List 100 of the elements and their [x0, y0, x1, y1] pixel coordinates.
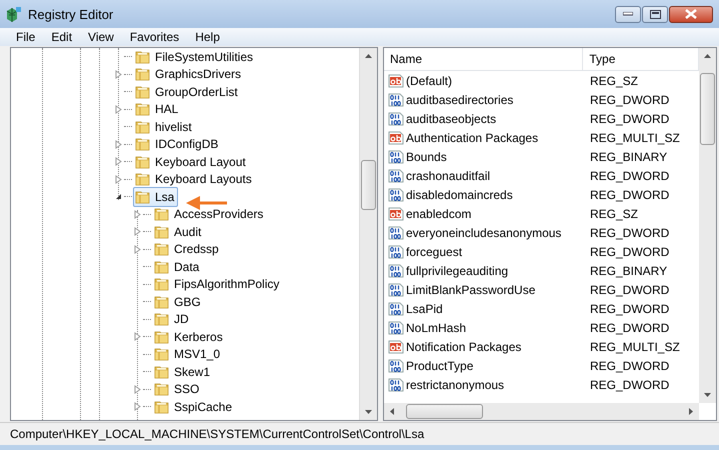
- folder-icon: [154, 364, 170, 380]
- value-name[interactable]: restrictanonymous: [406, 378, 504, 392]
- close-button[interactable]: [669, 6, 713, 22]
- value-name[interactable]: disabledomaincreds: [406, 188, 513, 202]
- value-name[interactable]: LsaPid: [406, 302, 443, 316]
- menu-item[interactable]: View: [80, 30, 122, 44]
- tree-item[interactable]: SspiCache: [152, 396, 236, 417]
- expand-arrow-icon[interactable]: [115, 70, 122, 79]
- tree-item[interactable]: GBG: [152, 292, 205, 312]
- folder-icon: [154, 258, 170, 275]
- menu-item[interactable]: Favorites: [122, 30, 188, 44]
- scroll-down-icon[interactable]: [704, 393, 711, 397]
- menu-item[interactable]: File: [8, 30, 44, 44]
- binary-value-icon: [388, 186, 404, 202]
- expand-arrow-icon[interactable]: [115, 157, 122, 166]
- tree-item[interactable]: FipsAlgorithmPolicy: [152, 274, 284, 294]
- tree-item[interactable]: Credssp: [152, 239, 223, 260]
- value-type: REG_DWORD: [589, 226, 670, 240]
- tree-item[interactable]: Data: [152, 256, 204, 277]
- expand-arrow-icon[interactable]: [134, 210, 141, 219]
- collapse-arrow-icon[interactable]: [115, 193, 122, 200]
- maximize-button[interactable]: [642, 6, 668, 22]
- scroll-up-icon[interactable]: [365, 54, 372, 58]
- binary-value-icon: [388, 282, 404, 298]
- tree-item[interactable]: Kerberos: [152, 326, 227, 347]
- expand-arrow-icon[interactable]: [134, 227, 141, 236]
- value-name[interactable]: Bounds: [406, 150, 447, 164]
- scrollbar-thumb[interactable]: [700, 73, 715, 145]
- menu-item[interactable]: Edit: [43, 30, 80, 44]
- tree-item[interactable]: GroupOrderList: [133, 82, 242, 102]
- menu-item[interactable]: Help: [187, 30, 228, 44]
- binary-value-icon: [388, 320, 404, 336]
- expand-arrow-icon[interactable]: [115, 104, 122, 114]
- expand-arrow-icon[interactable]: [115, 140, 122, 149]
- tree-item[interactable]: JD: [152, 309, 193, 330]
- tree-item[interactable]: AccessProviders: [152, 204, 268, 224]
- folder-icon: [154, 398, 170, 415]
- tree-item[interactable]: GraphicsDrivers: [133, 64, 246, 84]
- tree-item[interactable]: hivelist: [133, 116, 196, 137]
- folder-icon: [135, 66, 151, 82]
- binary-value-icon: [388, 376, 404, 392]
- value-type: REG_DWORD: [589, 378, 670, 392]
- tree-item[interactable]: FileSystemUtilities: [133, 48, 258, 67]
- value-name[interactable]: enabledcom: [406, 206, 472, 220]
- column-header[interactable]: Name: [384, 48, 584, 70]
- scroll-up-icon[interactable]: [704, 54, 711, 58]
- string-value-icon: [388, 72, 404, 88]
- value-name[interactable]: LimitBlankPasswordUse: [406, 282, 536, 296]
- tree-item[interactable]: Audit: [152, 222, 206, 242]
- scrollbar[interactable]: [699, 48, 716, 403]
- app-icon: [6, 6, 22, 22]
- string-value-icon: [388, 338, 404, 354]
- value-type: REG_MULTI_SZ: [589, 130, 680, 144]
- tree-item[interactable]: IDConfigDB: [133, 134, 222, 154]
- value-type: REG_DWORD: [589, 320, 670, 334]
- value-name[interactable]: everyoneincludesanonymous: [406, 226, 562, 240]
- binary-value-icon: [388, 110, 404, 126]
- binary-value-icon: [388, 262, 404, 278]
- value-name[interactable]: ProductType: [406, 358, 474, 372]
- scrollbar-thumb[interactable]: [361, 160, 376, 210]
- minimize-icon: [623, 12, 633, 16]
- folder-icon: [135, 154, 151, 170]
- folder-icon: [154, 381, 170, 398]
- expand-arrow-icon[interactable]: [134, 244, 141, 254]
- tree-item[interactable]: SSO: [152, 379, 204, 400]
- expand-arrow-icon[interactable]: [115, 174, 122, 184]
- folder-icon: [154, 224, 170, 240]
- value-name[interactable]: Notification Packages: [406, 340, 522, 354]
- value-name[interactable]: Authentication Packages: [406, 130, 538, 144]
- minimize-button[interactable]: [615, 6, 641, 22]
- tree-item[interactable]: Lsa: [133, 186, 178, 207]
- value-name[interactable]: NoLmHash: [406, 320, 466, 334]
- value-name[interactable]: auditbasedirectories: [406, 92, 514, 106]
- value-name[interactable]: fullprivilegeauditing: [406, 264, 508, 278]
- value-name[interactable]: (Default): [406, 74, 452, 88]
- folder-icon: [154, 328, 170, 345]
- expand-arrow-icon[interactable]: [134, 384, 141, 394]
- window-title: Registry Editor: [28, 6, 114, 22]
- tree-item[interactable]: Keyboard Layout: [133, 152, 250, 172]
- value-name[interactable]: forceguest: [406, 244, 462, 258]
- scroll-left-icon[interactable]: [390, 408, 394, 415]
- folder-icon: [154, 276, 170, 292]
- maximize-icon: [650, 10, 660, 18]
- scrollbar[interactable]: [359, 48, 377, 420]
- value-type: REG_DWORD: [589, 282, 670, 296]
- expand-arrow-icon[interactable]: [134, 332, 141, 342]
- tree-item[interactable]: Skew1: [152, 362, 214, 382]
- folder-icon: [135, 136, 151, 152]
- tree-item[interactable]: HAL: [133, 99, 182, 120]
- scroll-down-icon[interactable]: [365, 410, 372, 414]
- value-name[interactable]: crashonauditfail: [406, 168, 490, 182]
- scrollbar-thumb[interactable]: [406, 404, 483, 419]
- scroll-right-icon[interactable]: [689, 408, 693, 415]
- tree-item[interactable]: MSV1_0: [152, 344, 224, 364]
- tree-item[interactable]: Keyboard Layouts: [133, 169, 256, 190]
- binary-value-icon: [388, 300, 404, 316]
- value-name[interactable]: auditbaseobjects: [406, 112, 496, 126]
- folder-icon: [154, 294, 170, 310]
- expand-arrow-icon[interactable]: [134, 402, 141, 412]
- scrollbar[interactable]: [384, 403, 699, 420]
